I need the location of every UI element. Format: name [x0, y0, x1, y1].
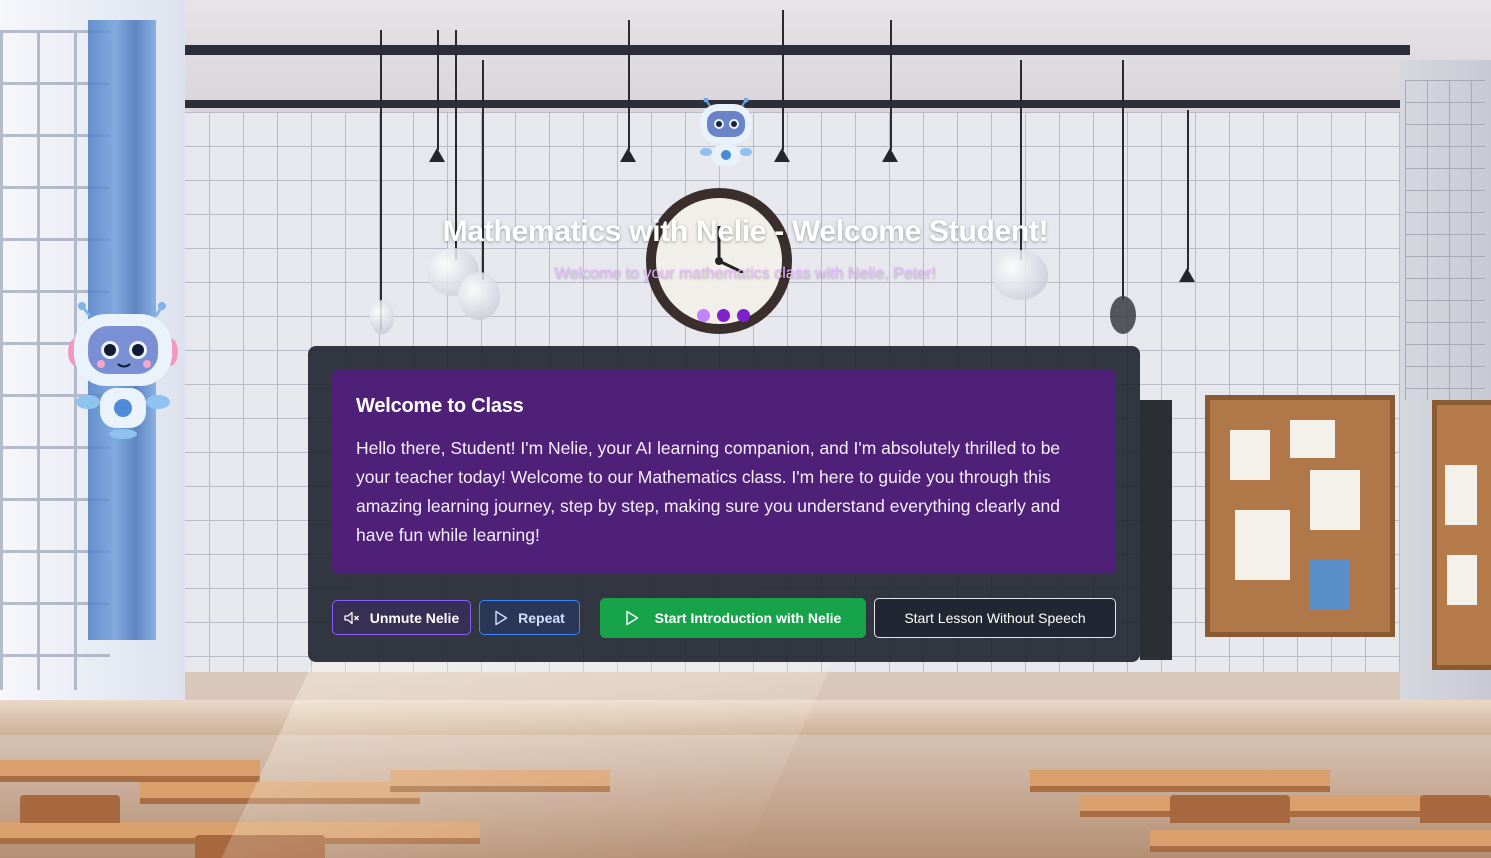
classroom-scene: Mathematics with Nelie - Welcome Student…: [0, 0, 1491, 858]
hanging-lamp: [370, 300, 394, 334]
chair: [1170, 795, 1290, 823]
play-icon: [494, 610, 508, 626]
message-heading: Welcome to Class: [356, 395, 524, 417]
step-dot: [717, 309, 730, 322]
unmute-button[interactable]: Unmute Nelie: [332, 600, 471, 635]
lamp-cord: [1122, 60, 1124, 300]
pinned-note: [1290, 420, 1335, 458]
chair: [20, 795, 120, 823]
corkboard: [1205, 395, 1395, 637]
message-body: Hello there, Student! I'm Nelie, your AI…: [356, 438, 1061, 545]
robot-icon: [700, 98, 752, 166]
lamp-cord: [890, 20, 892, 150]
lamp-cord: [380, 30, 382, 330]
repeat-button[interactable]: Repeat: [479, 600, 580, 635]
play-icon: [625, 610, 639, 626]
step-dot: [737, 309, 750, 322]
lesson-panel: Welcome to Class Hello there, Student! I…: [308, 346, 1140, 662]
nelie-robot-large: [68, 302, 178, 442]
step-indicator: [697, 309, 757, 323]
pinned-note: [1235, 510, 1290, 580]
volume-muted-icon: [344, 611, 360, 625]
corkboard-right: [1432, 400, 1491, 670]
nelie-robot-small: [696, 98, 756, 172]
page-title: Mathematics with Nelie - Welcome Student…: [442, 215, 1049, 248]
robot-icon: [68, 302, 178, 439]
repeat-label: Repeat: [518, 609, 565, 626]
unmute-label: Unmute Nelie: [369, 609, 460, 626]
lamp-cord: [437, 30, 439, 150]
lamp-cord: [782, 10, 784, 150]
hanging-lamp: [774, 148, 790, 162]
hanging-lamp: [882, 148, 898, 162]
chair: [1420, 795, 1491, 823]
start-introduction-label: Start Introduction with Nelie: [654, 610, 842, 626]
hanging-lamp: [620, 148, 636, 162]
hanging-lamp: [1110, 296, 1136, 334]
step-dot-current: [697, 309, 710, 322]
lamp-cord: [628, 20, 630, 150]
student-desk: [1030, 770, 1330, 792]
ceiling-trim: [180, 45, 1410, 55]
pinned-note: [1230, 430, 1270, 480]
ceiling-trim-lower: [150, 100, 1430, 108]
student-desk: [1150, 830, 1491, 852]
student-desk: [0, 760, 260, 782]
pinned-note: [1445, 465, 1477, 525]
start-without-speech-button[interactable]: Start Lesson Without Speech: [874, 598, 1116, 638]
pinned-note: [1447, 555, 1477, 605]
start-without-speech-label: Start Lesson Without Speech: [904, 610, 1086, 626]
pinned-note: [1310, 560, 1350, 610]
page-subtitle: Welcome to your mathematics class with N…: [554, 265, 937, 282]
welcome-message-card: Welcome to Class Hello there, Student! I…: [332, 370, 1116, 574]
start-introduction-button[interactable]: Start Introduction with Nelie: [600, 598, 866, 638]
hanging-lamp: [429, 148, 445, 162]
blackboard: [1140, 400, 1172, 660]
pinned-note: [1310, 470, 1360, 530]
